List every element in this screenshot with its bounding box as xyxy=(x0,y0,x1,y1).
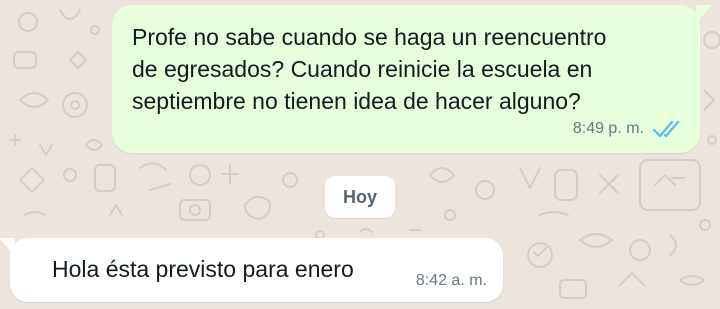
bubble-tail xyxy=(696,5,712,23)
message-text: Profe no sabe cuando se haga un reencuen… xyxy=(132,24,607,114)
bubble-tail xyxy=(0,238,15,256)
double-check-read-icon xyxy=(652,119,682,139)
incoming-message-bubble[interactable]: Hola ésta previsto para enero 8:42 a. m. xyxy=(0,238,503,302)
message-timestamp: 8:42 a. m. xyxy=(415,272,487,289)
message-text: Hola ésta previsto para enero xyxy=(52,256,354,282)
message-timestamp: 8:49 p. m. xyxy=(572,120,644,137)
outgoing-message-bubble[interactable]: Profe no sabe cuando se haga un reencuen… xyxy=(112,5,712,153)
message-meta: 8:49 p. m. xyxy=(573,119,682,139)
date-divider-chip: Hoy xyxy=(325,176,395,218)
